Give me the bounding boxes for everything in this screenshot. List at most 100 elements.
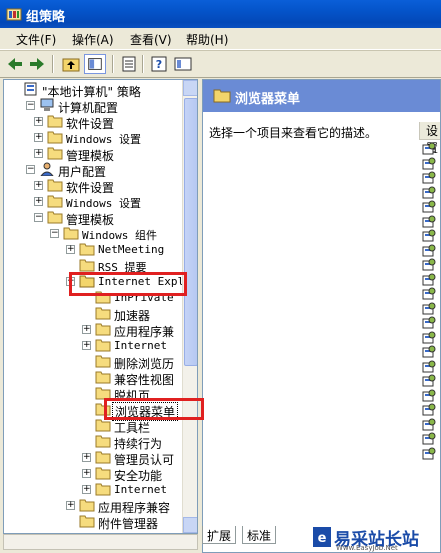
policy-setting-icon[interactable] [422,244,436,258]
description-text: 选择一个项目来查看它的描述。 [209,126,378,140]
tab-standard[interactable]: 标准 [242,526,277,544]
policy-setting-icon[interactable] [422,331,436,345]
menu-help[interactable]: 帮助(H) [186,31,228,48]
policy-setting-icon[interactable] [422,287,436,301]
policy-setting-icon[interactable] [422,258,436,272]
column-header-setting[interactable]: 设置 [419,122,440,155]
folder-icon [79,514,95,528]
policy-setting-icon[interactable] [422,447,436,461]
folder-icon [95,370,111,384]
collapse-icon[interactable]: − [34,213,43,222]
tree-node-label: "本地计算机" 策略 [42,85,141,99]
folder-icon [79,498,95,512]
policy-setting-icon[interactable] [422,374,436,388]
policy-setting-icon[interactable] [422,316,436,330]
help-icon[interactable]: ? [148,54,170,74]
expand-icon[interactable]: + [34,149,43,158]
svg-text:e: e [318,531,327,546]
policy-setting-icon[interactable] [422,215,436,229]
scroll-up-button[interactable] [183,80,197,96]
computer-policy-icon [23,82,39,96]
expand-icon[interactable]: + [82,453,91,462]
policy-setting-icon[interactable] [422,171,436,185]
watermark: e 易采站长站 Www.EasyJob.Net [310,522,441,553]
computer-icon [39,98,55,112]
tab-extended[interactable]: 扩展 [202,526,237,544]
tree-pane[interactable]: "本地计算机" 策略 − 计算机配置 + 软件设置 + Windows 设置 + 管理模板 − 用户… [3,79,198,534]
policy-setting-icon[interactable] [422,142,436,156]
watermark-subtext: Www.EasyJob.Net [336,544,398,552]
collapse-icon[interactable]: − [50,229,59,238]
expand-icon[interactable]: + [34,181,43,190]
policy-setting-icon[interactable] [422,229,436,243]
tree-node-label: 计算机配置 [58,101,119,115]
tree-node-label: 安全功能 [114,469,163,483]
expand-icon[interactable]: + [82,341,91,350]
folder-icon [95,466,111,480]
group-policy-icon [6,8,22,21]
tree-node-label: 加速器 [114,309,151,323]
back-arrow-icon[interactable] [4,54,26,74]
folder-icon [47,146,63,160]
policy-setting-icon[interactable] [422,403,436,417]
view-tabs: 扩展 标准 [202,526,322,546]
tree-node-label: 兼容性视图 [114,373,175,387]
expand-icon[interactable]: + [34,133,43,142]
policy-setting-icon[interactable] [422,389,436,403]
menu-action[interactable]: 操作(A) [72,31,114,48]
tree-node-label: Windows 设置 [66,133,141,146]
policy-setting-icon[interactable] [422,273,436,287]
expand-icon[interactable]: + [82,325,91,334]
details-pane[interactable]: 浏览器菜单 选择一个项目来查看它的描述。 设置 [202,79,441,553]
collapse-icon[interactable]: − [26,165,35,174]
folder-icon [95,434,111,448]
policy-setting-icon[interactable] [422,186,436,200]
policy-setting-icon[interactable] [422,432,436,446]
policy-setting-icon[interactable] [422,302,436,316]
folder-open-icon [213,89,231,103]
policy-setting-icon[interactable] [422,200,436,214]
policy-setting-icon[interactable] [422,360,436,374]
menu-bar: 文件(F) 操作(A) 查看(V) 帮助(H) [0,28,441,50]
tree-vertical-scrollbar[interactable] [182,80,197,533]
expand-icon[interactable]: + [34,117,43,126]
folder-icon [47,178,63,192]
policy-setting-icon[interactable] [422,418,436,432]
folder-icon [95,306,111,320]
expand-icon[interactable]: + [66,501,75,510]
up-folder-icon[interactable] [60,54,82,74]
folder-icon [79,258,95,272]
collapse-icon[interactable]: − [26,101,35,110]
policy-setting-icon[interactable] [422,345,436,359]
menu-file[interactable]: 文件(F) [16,31,56,48]
folder-icon [63,226,79,240]
user-icon [39,162,55,177]
folder-icon [95,418,111,432]
folder-icon [95,338,111,352]
highlight-box [104,398,204,420]
folder-icon [47,210,63,224]
scroll-down-button[interactable] [183,517,197,533]
tree-horizontal-scrollbar[interactable] [3,534,198,550]
expand-icon[interactable]: + [34,197,43,206]
show-hide-tree-icon[interactable] [84,54,106,74]
expand-icon[interactable]: + [82,469,91,478]
tree-node-label: Windows 组件 [82,229,157,242]
menu-view[interactable]: 查看(V) [130,31,172,48]
toolbar-separator [142,55,144,73]
tree-node-label: 用户配置 [58,165,107,179]
expand-icon[interactable]: + [82,485,91,494]
properties-icon[interactable] [172,54,194,74]
window-title: 组策略 [26,10,66,25]
folder-icon [95,450,111,464]
tree-node-label: 附件管理器 [98,517,159,531]
export-list-icon[interactable] [118,54,140,74]
scroll-thumb[interactable] [184,98,197,366]
forward-arrow-icon[interactable] [26,54,48,74]
expand-icon[interactable]: + [66,245,75,254]
tree-node-label: 工具栏 [114,421,151,435]
policy-setting-icon[interactable] [422,157,436,171]
title-bar[interactable]: 组策略 [0,0,441,28]
folder-icon [79,242,95,256]
tree-node-label: 软件设置 [66,181,115,195]
